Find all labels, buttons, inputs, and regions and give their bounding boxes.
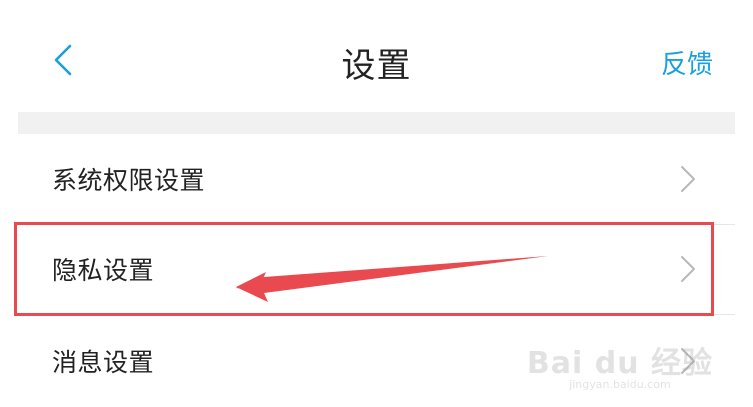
chevron-right-icon [681, 256, 695, 282]
left-margin [0, 0, 18, 407]
page-title: 设置 [341, 46, 412, 86]
list-divider [52, 314, 735, 315]
chevron-right-icon [681, 348, 695, 374]
feedback-button[interactable]: 反馈 [661, 44, 713, 81]
settings-list: 系统权限设置 隐私设置 消息设置 [18, 134, 735, 407]
list-item-label: 消息设置 [52, 348, 155, 377]
list-item-messages[interactable]: 消息设置 [18, 316, 735, 406]
right-margin [735, 0, 753, 407]
chevron-right-icon [681, 166, 695, 192]
list-item-privacy[interactable]: 隐私设置 [18, 224, 735, 314]
list-item-label: 隐私设置 [52, 256, 155, 285]
nav-header: 设置 反馈 [18, 0, 735, 112]
section-separator [18, 112, 735, 134]
settings-screen: 设置 反馈 系统权限设置 隐私设置 消息设置 Bai du 经验 jingyan… [0, 0, 753, 407]
list-item-system-permissions[interactable]: 系统权限设置 [18, 134, 735, 224]
list-item-label: 系统权限设置 [52, 166, 206, 195]
